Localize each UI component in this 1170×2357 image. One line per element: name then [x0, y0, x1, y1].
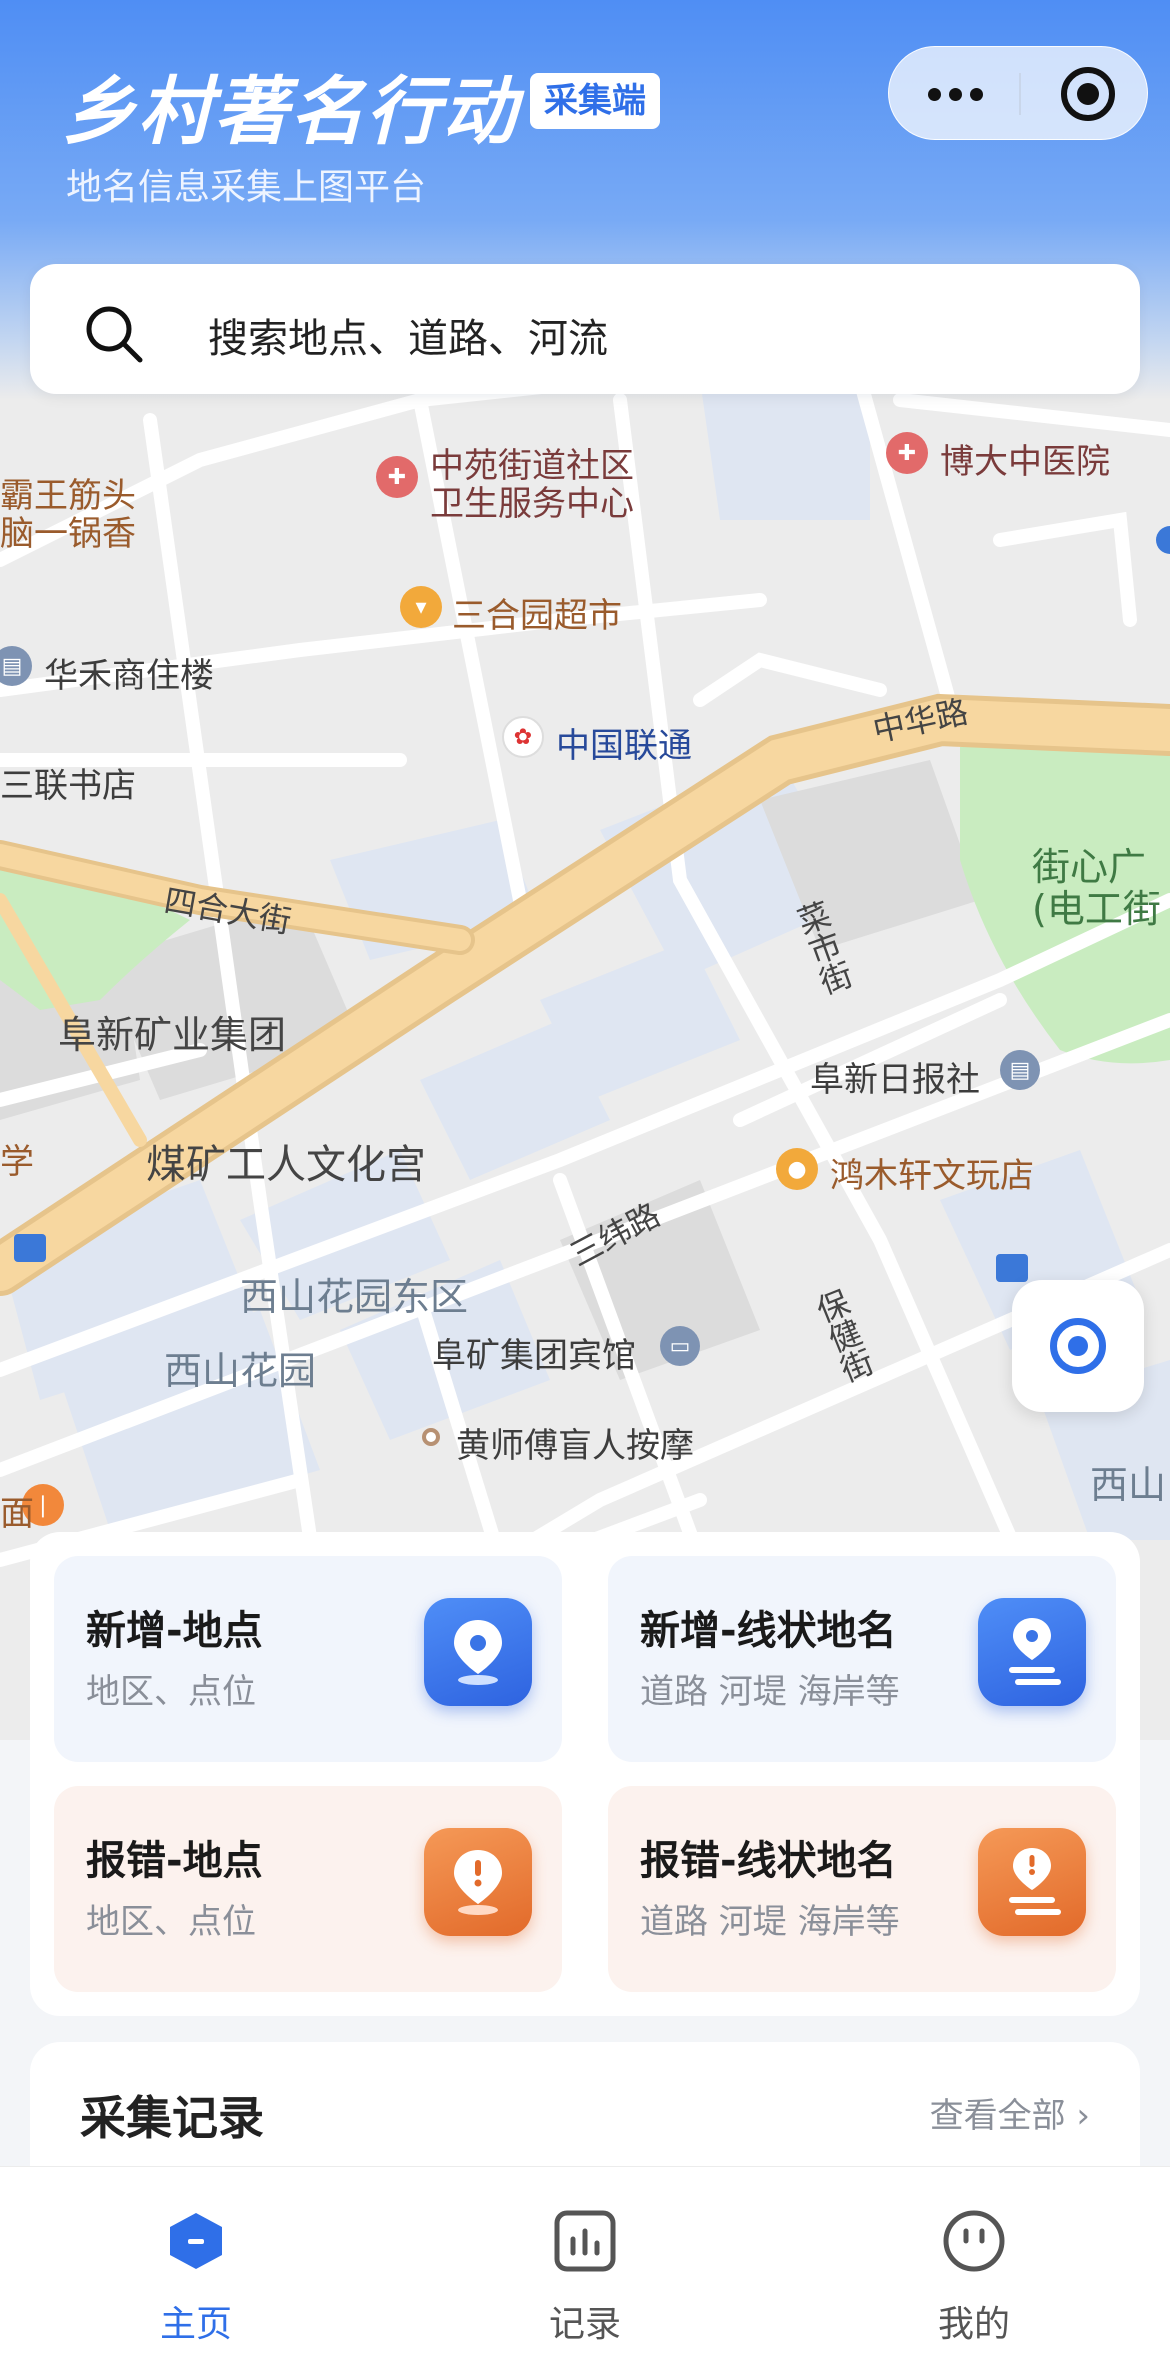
profile-icon — [943, 2210, 1005, 2272]
map-label: (电工街 — [1032, 887, 1161, 931]
massage-poi-icon[interactable] — [422, 1428, 440, 1446]
map-label: 阜新矿业集团 — [58, 1013, 287, 1057]
tab-label: 我的 — [937, 2304, 1010, 2345]
map-label: 脑一锅香 — [0, 514, 136, 554]
capsule-divider — [1019, 73, 1021, 115]
close-icon[interactable] — [1061, 67, 1115, 121]
tab-label: 主页 — [159, 2304, 232, 2345]
mini-program-capsule — [888, 46, 1148, 140]
app-subtitle: 地名信息采集上图平台 — [66, 167, 427, 208]
map-label: 阜矿集团宾馆 — [432, 1336, 636, 1376]
map-label: 鸿木轩文玩店 — [830, 1156, 1034, 1196]
tab-profile[interactable]: 我的 — [874, 2187, 1074, 2345]
app-badge: 采集端 — [530, 73, 660, 129]
records-title: 采集记录 — [80, 2091, 264, 2145]
locate-icon — [1050, 1318, 1106, 1374]
home-icon — [170, 2213, 222, 2269]
map-label: 面 — [0, 1494, 34, 1534]
add-location-card[interactable]: 新增-地点 地区、点位 — [54, 1556, 562, 1762]
supermarket-poi-icon[interactable]: ▾ — [400, 586, 442, 628]
map-label: 阜新日报社 — [810, 1060, 980, 1100]
card-subtitle: 道路 河堤 海岸等 — [640, 1902, 900, 1942]
tab-records[interactable]: 记录 — [485, 2187, 685, 2345]
shop-poi-icon[interactable]: ● — [776, 1148, 818, 1190]
action-panel: 新增-地点 地区、点位 新增-线状地名 道路 河堤 海岸等 报错-地点 地区、点… — [30, 1532, 1140, 2016]
map-label: 中国联通 — [556, 726, 692, 766]
map-label: 三合园超市 — [452, 596, 622, 636]
tab-label: 记录 — [548, 2304, 621, 2345]
tab-bar: 主页 记录 我的 — [0, 2166, 1170, 2357]
search-input[interactable]: 搜索地点、道路、河流 — [208, 306, 608, 364]
route-pin-icon — [978, 1598, 1086, 1706]
search-icon — [86, 306, 143, 363]
chart-icon — [554, 2210, 616, 2272]
card-title: 新增-线状地名 — [640, 1608, 897, 1654]
add-line-name-card[interactable]: 新增-线状地名 道路 河堤 海岸等 — [608, 1556, 1116, 1762]
map-label: 西山 — [1090, 1463, 1167, 1507]
search-bar[interactable]: 搜索地点、道路、河流 — [30, 264, 1140, 394]
map-label: 学 — [0, 1142, 34, 1182]
card-subtitle: 地区、点位 — [86, 1902, 256, 1942]
card-subtitle: 地区、点位 — [86, 1672, 256, 1712]
more-icon[interactable] — [925, 73, 985, 115]
map-label: 西山花园 — [164, 1349, 317, 1393]
card-title: 报错-线状地名 — [640, 1838, 897, 1884]
location-pin-icon — [424, 1598, 532, 1706]
map-label: 西山花园东区 — [240, 1275, 469, 1319]
app-title: 乡村著名行动 — [62, 69, 518, 155]
tab-home[interactable]: 主页 — [96, 2187, 296, 2345]
card-title: 报错-地点 — [86, 1838, 263, 1884]
report-line-name-card[interactable]: 报错-线状地名 道路 河堤 海岸等 — [608, 1786, 1116, 1992]
map-label: 煤矿工人文化宫 — [146, 1142, 426, 1188]
hotel-poi-icon[interactable]: ▭ — [660, 1326, 700, 1366]
map-label: 三联书店 — [0, 766, 136, 806]
map-label: 卫生服务中心 — [430, 484, 634, 524]
locate-button[interactable] — [1012, 1280, 1144, 1412]
map-label: 黄师傅盲人按摩 — [456, 1426, 694, 1466]
alert-route-icon — [978, 1828, 1086, 1936]
report-location-card[interactable]: 报错-地点 地区、点位 — [54, 1786, 562, 1992]
view-all-link[interactable]: 查看全部 › — [930, 2088, 1090, 2137]
telecom-poi-icon[interactable]: ✿ — [502, 716, 544, 758]
hospital-poi-icon[interactable]: ✚ — [376, 456, 418, 498]
alert-pin-icon — [424, 1828, 532, 1936]
map-label: 博大中医院 — [940, 442, 1110, 482]
newspaper-poi-icon[interactable]: ▤ — [1000, 1050, 1040, 1090]
hospital-poi-icon[interactable]: ✚ — [886, 432, 928, 474]
card-subtitle: 道路 河堤 海岸等 — [640, 1672, 900, 1712]
map-label: 华禾商住楼 — [44, 656, 214, 696]
card-title: 新增-地点 — [86, 1608, 263, 1654]
